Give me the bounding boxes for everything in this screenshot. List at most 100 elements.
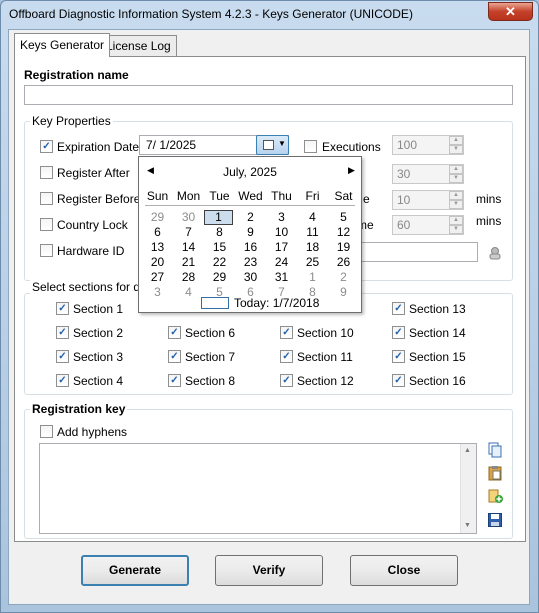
country-lock-checkbox[interactable]	[40, 218, 53, 231]
calendar-day[interactable]: 27	[142, 270, 173, 285]
calendar-day[interactable]: 19	[328, 240, 359, 255]
section-7-checkbox[interactable]: ✓	[168, 350, 181, 363]
section-15-checkbox[interactable]: ✓	[392, 350, 405, 363]
field-3-spin-up[interactable]: ▲	[449, 191, 463, 200]
section-15-label: Section 15	[409, 350, 466, 364]
calendar-day[interactable]: 10	[266, 225, 297, 240]
scroll-up-icon[interactable]: ▲	[464, 447, 471, 454]
expiration-date-checkbox[interactable]: ✓	[40, 140, 53, 153]
section-3-checkbox[interactable]: ✓	[56, 350, 69, 363]
calendar-day[interactable]: 22	[204, 255, 235, 270]
calendar-day[interactable]: 29	[204, 270, 235, 285]
calendar-day[interactable]: 9	[235, 225, 266, 240]
calendar-day[interactable]: 30	[173, 210, 204, 225]
calendar-day[interactable]: 17	[266, 240, 297, 255]
copy-icon[interactable]	[487, 442, 503, 461]
calendar-day[interactable]: 3	[142, 285, 173, 300]
field-2-spin-up[interactable]: ▲	[449, 165, 463, 174]
window-close-button[interactable]: ✕	[488, 2, 533, 21]
calendar-day[interactable]: 9	[328, 285, 359, 300]
calendar-day[interactable]: 26	[328, 255, 359, 270]
section-13-checkbox[interactable]: ✓	[392, 302, 405, 315]
calendar-day[interactable]: 15	[204, 240, 235, 255]
add-hyphens-checkbox[interactable]	[40, 425, 53, 438]
calendar-day[interactable]: 6	[142, 225, 173, 240]
executions-checkbox[interactable]	[304, 140, 317, 153]
registration-name-input[interactable]	[24, 85, 513, 105]
section-1-checkbox[interactable]: ✓	[56, 302, 69, 315]
calendar-today-link[interactable]: Today: 1/7/2018	[234, 296, 319, 310]
close-button[interactable]: Close	[350, 555, 458, 586]
expiration-date-value: 7/ 1/2025	[146, 138, 197, 152]
calendar-day[interactable]: 11	[297, 225, 328, 240]
save-icon[interactable]	[487, 512, 503, 531]
section-12-label: Section 12	[297, 374, 354, 388]
registration-key-scrollbar[interactable]: ▲ ▼	[460, 444, 476, 533]
today-marker	[201, 297, 229, 309]
section-8-checkbox[interactable]: ✓	[168, 374, 181, 387]
add-file-icon[interactable]	[487, 488, 503, 507]
calendar-day[interactable]: 14	[173, 240, 204, 255]
verify-button[interactable]: Verify	[215, 555, 323, 586]
registration-key-textarea[interactable]	[39, 443, 477, 534]
calendar-day[interactable]: 3	[266, 210, 297, 225]
calendar-day[interactable]: 2	[328, 270, 359, 285]
calendar-day[interactable]: 1	[204, 210, 233, 225]
scroll-down-icon[interactable]: ▼	[464, 522, 471, 529]
tab-license-log[interactable]: License Log	[100, 35, 177, 57]
calendar-day[interactable]: 23	[235, 255, 266, 270]
calendar-day[interactable]: 4	[173, 285, 204, 300]
calendar-day[interactable]: 2	[235, 210, 266, 225]
calendar-day[interactable]: 20	[142, 255, 173, 270]
section-10-checkbox[interactable]: ✓	[280, 326, 293, 339]
generate-button[interactable]: Generate	[81, 555, 189, 586]
calendar-day[interactable]: 5	[328, 210, 359, 225]
calendar-day[interactable]: 8	[204, 225, 235, 240]
calendar-day[interactable]: 4	[297, 210, 328, 225]
tab-keys-generator[interactable]: Keys Generator	[14, 33, 111, 57]
field-3-unit: mins	[476, 192, 502, 206]
calendar-day[interactable]: 18	[297, 240, 328, 255]
calendar-day[interactable]: 1	[297, 270, 328, 285]
field-3-spin-down[interactable]: ▼	[449, 200, 463, 209]
calendar-divider	[145, 205, 355, 206]
expiration-date-label: Expiration Date	[57, 140, 140, 154]
section-2-label: Section 2	[73, 326, 124, 340]
paste-icon[interactable]	[487, 465, 503, 484]
calendar-day[interactable]: 16	[235, 240, 266, 255]
section-12-checkbox[interactable]: ✓	[280, 374, 293, 387]
calendar-day[interactable]: 29	[142, 210, 173, 225]
hardware-id-checkbox[interactable]	[40, 244, 53, 257]
section-4-checkbox[interactable]: ✓	[56, 374, 69, 387]
calendar-day-of-week: Thu	[271, 189, 292, 203]
calendar-day[interactable]: 12	[328, 225, 359, 240]
calendar-dropdown-button[interactable]: ▼	[256, 135, 289, 155]
register-after-checkbox[interactable]	[40, 166, 53, 179]
calendar-day[interactable]: 24	[266, 255, 297, 270]
section-6-checkbox[interactable]: ✓	[168, 326, 181, 339]
section-11-checkbox[interactable]: ✓	[280, 350, 293, 363]
section-10-label: Section 10	[297, 326, 354, 340]
hardware-lookup-icon[interactable]	[487, 245, 503, 261]
calendar-next-month-icon[interactable]: ▶	[348, 165, 355, 176]
field-4-spin-up[interactable]: ▲	[449, 216, 463, 225]
calendar-day-of-week: Sun	[146, 189, 169, 203]
calendar-day[interactable]: 13	[142, 240, 173, 255]
calendar-day[interactable]: 30	[235, 270, 266, 285]
calendar-day[interactable]: 31	[266, 270, 297, 285]
register-before-checkbox[interactable]	[40, 192, 53, 205]
executions-spin-up[interactable]: ▲	[449, 136, 463, 145]
calendar-day[interactable]: 7	[173, 225, 204, 240]
section-16-label: Section 16	[409, 374, 466, 388]
field-2-spin-down[interactable]: ▼	[449, 174, 463, 183]
section-16-checkbox[interactable]: ✓	[392, 374, 405, 387]
calendar-day[interactable]: 25	[297, 255, 328, 270]
add-hyphens-label: Add hyphens	[57, 425, 128, 439]
executions-spin-down[interactable]: ▼	[449, 145, 463, 154]
calendar-day[interactable]: 28	[173, 270, 204, 285]
section-2-checkbox[interactable]: ✓	[56, 326, 69, 339]
section-14-checkbox[interactable]: ✓	[392, 326, 405, 339]
calendar-day[interactable]: 21	[173, 255, 204, 270]
field-4-spin-down[interactable]: ▼	[449, 225, 463, 234]
calendar-month-label[interactable]: July, 2025	[139, 165, 361, 179]
